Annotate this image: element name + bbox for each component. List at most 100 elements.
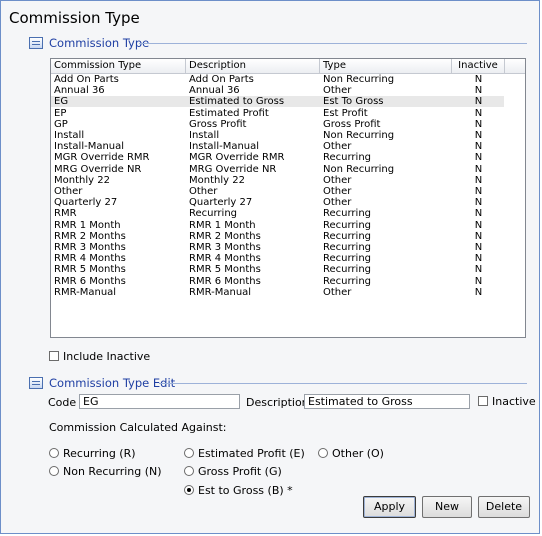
table-row[interactable]: Other Other Other N	[51, 186, 504, 197]
list-section-header: Commission Type	[29, 36, 149, 50]
inactive-checkbox[interactable]	[478, 396, 488, 406]
cell-inactive: N	[474, 96, 483, 108]
table-row[interactable]: Quarterly 27 Quarterly 27 Other N	[51, 197, 504, 208]
radio-recurring-label[interactable]: Recurring (R)	[63, 447, 136, 460]
cell-inactive: N	[474, 219, 483, 231]
cell-description: MGR Override RMR	[189, 152, 285, 164]
cell-description: RMR 5 Months	[189, 264, 261, 276]
table-row[interactable]: RMR 6 Months RMR 6 Months Recurring N	[51, 276, 504, 287]
cell-type: Recurring	[323, 275, 371, 287]
cell-inactive: N	[474, 242, 483, 253]
commission-type-grid[interactable]: Commission Type Description Type Inactiv…	[50, 58, 526, 338]
column-header-description[interactable]: Description	[186, 59, 320, 73]
table-row[interactable]: RMR 4 Months RMR 4 Months Recurring N	[51, 253, 504, 264]
cell-commission-type: Add On Parts	[54, 74, 119, 85]
cell-description: RMR 4 Months	[189, 253, 261, 265]
cell-description: Quarterly 27	[189, 197, 253, 209]
radio-estimated-profit-label[interactable]: Estimated Profit (E)	[198, 447, 305, 460]
cell-commission-type: Other	[54, 186, 83, 197]
cell-description: RMR 3 Months	[189, 242, 261, 253]
cell-commission-type: RMR 5 Months	[54, 264, 126, 276]
cell-inactive: N	[474, 85, 483, 97]
radio-recurring[interactable]	[49, 448, 59, 458]
cell-commission-type: Quarterly 27	[54, 197, 118, 209]
radio-estimated-profit[interactable]	[184, 448, 194, 458]
cell-commission-type: Install-Manual	[54, 141, 125, 153]
inactive-label[interactable]: Inactive	[492, 395, 536, 408]
cell-type: Recurring	[323, 230, 371, 242]
column-header-commission-type[interactable]: Commission Type	[51, 59, 186, 73]
table-row[interactable]: Install Install Non Recurring N	[51, 130, 504, 141]
column-header-inactive[interactable]: Inactive	[452, 59, 505, 73]
cell-description: Install	[189, 130, 220, 141]
table-row[interactable]: RMR 2 Months RMR 2 Months Recurring N	[51, 231, 504, 242]
description-field[interactable]: Estimated to Gross	[304, 394, 470, 409]
cell-commission-type: RMR-Manual	[54, 286, 117, 298]
cell-type: Recurring	[323, 219, 371, 231]
radio-gross-profit[interactable]	[184, 466, 194, 476]
cell-inactive: N	[474, 74, 483, 85]
cell-inactive: N	[474, 174, 483, 186]
edit-form-icon	[29, 377, 43, 389]
cell-commission-type: RMR	[54, 208, 77, 220]
cell-inactive: N	[474, 230, 483, 242]
cell-inactive: N	[474, 130, 483, 141]
radio-non-recurring[interactable]	[49, 466, 59, 476]
radio-other-label[interactable]: Other (O)	[332, 447, 384, 460]
table-row[interactable]: GP Gross Profit Gross Profit N	[51, 119, 504, 130]
table-row[interactable]: Install-Manual Install-Manual Other N	[51, 141, 504, 152]
cell-commission-type: MGR Override RMR	[54, 152, 150, 164]
table-row[interactable]: RMR Recurring Recurring N	[51, 208, 504, 219]
cell-description: Estimated to Gross	[189, 96, 285, 108]
cell-inactive: N	[474, 286, 483, 298]
edit-section-header: Commission Type Edit	[29, 376, 175, 390]
cell-type: Recurring	[323, 208, 371, 220]
cell-type: Recurring	[323, 152, 371, 164]
cell-description: RMR 1 Month	[189, 219, 256, 231]
cell-commission-type: RMR 4 Months	[54, 253, 126, 265]
cell-inactive: N	[474, 197, 483, 209]
cell-type: Other	[323, 141, 352, 153]
cell-description: MRG Override NR	[189, 163, 277, 175]
table-row[interactable]: RMR 5 Months RMR 5 Months Recurring N	[51, 264, 504, 275]
apply-button[interactable]: Apply	[363, 496, 416, 518]
include-inactive-label[interactable]: Include Inactive	[63, 350, 150, 363]
cell-type: Non Recurring	[323, 163, 395, 175]
description-label: Description	[246, 396, 309, 409]
cell-type: Recurring	[323, 242, 371, 253]
table-row[interactable]: Monthly 22 Monthly 22 Other N	[51, 175, 504, 186]
section-divider	[159, 383, 527, 384]
table-row[interactable]: MRG Override NR MRG Override NR Non Recurr…	[51, 164, 504, 175]
radio-gross-profit-label[interactable]: Gross Profit (G)	[198, 465, 282, 478]
cell-commission-type: GP	[54, 118, 68, 130]
cell-description: Add On Parts	[189, 74, 254, 85]
table-row[interactable]: Add On Parts Add On Parts Non Recurring N	[51, 74, 504, 85]
cell-type: Other	[323, 186, 352, 197]
cell-commission-type: EG	[54, 96, 69, 108]
cell-inactive: N	[474, 264, 483, 276]
radio-est-to-gross-label[interactable]: Est to Gross (B) *	[198, 484, 293, 497]
cell-inactive: N	[474, 253, 483, 265]
delete-button[interactable]: Delete	[478, 496, 530, 518]
radio-est-to-gross[interactable]	[184, 485, 194, 495]
table-row[interactable]: MGR Override RMR MGR Override RMR Recurrin…	[51, 152, 504, 163]
cell-commission-type: RMR 6 Months	[54, 275, 126, 287]
column-header-type[interactable]: Type	[320, 59, 452, 73]
window-title: Commission Type	[9, 9, 140, 27]
table-row[interactable]: Annual 36 Annual 36 Other N	[51, 85, 504, 96]
edit-section-label: Commission Type Edit	[49, 376, 176, 390]
table-row[interactable]: RMR 3 Months RMR 3 Months Recurring N	[51, 242, 504, 253]
cell-description: Monthly 22	[189, 174, 245, 186]
table-row[interactable]: RMR-Manual RMR-Manual Other N	[51, 287, 504, 298]
cell-description: RMR 2 Months	[189, 230, 261, 242]
radio-other[interactable]	[318, 448, 328, 458]
list-form-icon	[29, 37, 43, 49]
cell-type: Recurring	[323, 253, 371, 265]
radio-non-recurring-label[interactable]: Non Recurring (N)	[63, 465, 162, 478]
table-row[interactable]: EG Estimated to Gross Est To Gross N	[51, 96, 504, 108]
include-inactive-checkbox[interactable]	[49, 351, 59, 361]
new-button[interactable]: New	[422, 496, 472, 518]
table-row[interactable]: EP Estimated Profit Est Profit N	[51, 108, 504, 119]
code-field[interactable]: EG	[79, 394, 240, 409]
table-row[interactable]: RMR 1 Month RMR 1 Month Recurring N	[51, 220, 504, 231]
